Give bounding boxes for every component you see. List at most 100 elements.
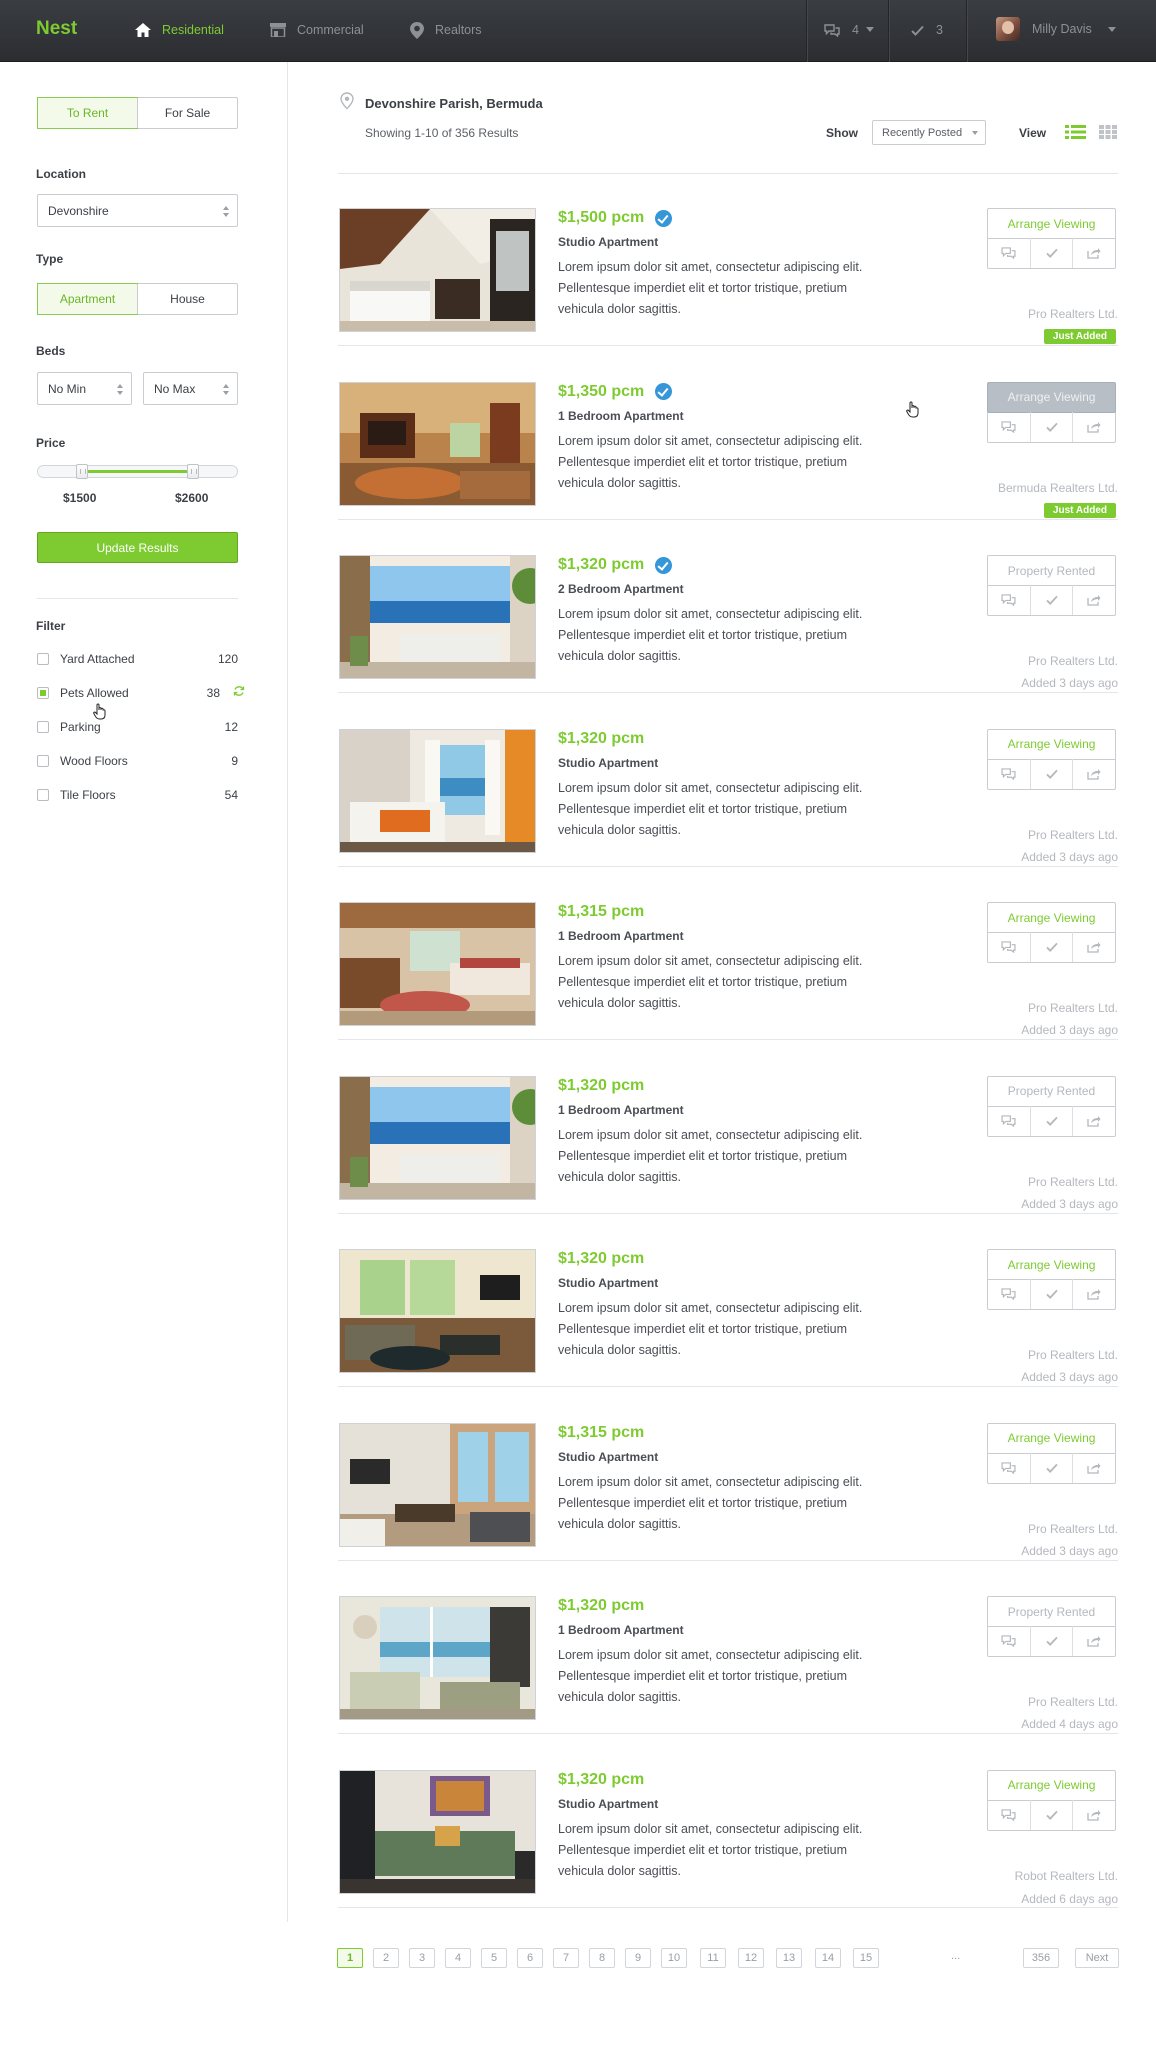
filter-parking[interactable]: Parking 12 xyxy=(37,719,238,735)
property-rented-button[interactable]: Property Rented xyxy=(987,555,1116,586)
listing-price-row[interactable]: $1,500 pcm xyxy=(558,209,673,227)
refresh-icon[interactable] xyxy=(233,685,245,700)
checkmark-icon[interactable] xyxy=(1029,1452,1073,1483)
listing-photo[interactable] xyxy=(339,1769,536,1894)
checkmark-icon[interactable] xyxy=(1029,758,1073,789)
checkmark-icon[interactable] xyxy=(1029,1105,1073,1136)
checkmark-icon[interactable] xyxy=(1029,1279,1073,1309)
grid-view-icon[interactable] xyxy=(1099,125,1117,142)
page-12-button[interactable]: 12 xyxy=(738,1948,764,1968)
page-5-button[interactable]: 5 xyxy=(481,1948,507,1968)
price-range-slider[interactable] xyxy=(37,464,238,479)
tab-for-sale[interactable]: For Sale xyxy=(137,98,237,128)
filter-pets-allowed[interactable]: Pets Allowed 38 xyxy=(37,685,245,701)
page-3-button[interactable]: 3 xyxy=(409,1948,435,1968)
arrange-viewing-button[interactable]: Arrange Viewing xyxy=(987,1769,1116,1801)
realtor-name[interactable]: Pro Realters Ltd. xyxy=(1028,1695,1118,1709)
checkbox[interactable] xyxy=(37,721,49,733)
page-6-button[interactable]: 6 xyxy=(517,1948,543,1968)
listing-photo[interactable] xyxy=(339,555,536,679)
share-icon[interactable] xyxy=(1072,1452,1115,1483)
listing-photo[interactable] xyxy=(339,381,536,506)
nav-realtors[interactable]: Realtors xyxy=(410,20,482,40)
listing-price-row[interactable]: $1,315 pcm xyxy=(558,903,644,921)
listing-price-row[interactable]: $1,320 pcm xyxy=(558,1250,644,1268)
listing-price-row[interactable]: $1,320 pcm xyxy=(558,1077,644,1095)
checkmark-icon[interactable] xyxy=(1029,1626,1073,1656)
listing-price-row[interactable]: $1,350 pcm xyxy=(558,383,673,401)
listing-photo[interactable] xyxy=(339,1249,536,1373)
share-icon[interactable] xyxy=(1072,238,1115,268)
listing-price-row[interactable]: $1,320 pcm xyxy=(558,556,673,574)
page-9-button[interactable]: 9 xyxy=(625,1948,651,1968)
next-page-button[interactable]: Next xyxy=(1075,1948,1119,1968)
message-icon[interactable] xyxy=(988,585,1030,615)
messages-counter[interactable]: 4 xyxy=(824,20,859,40)
logo[interactable]: Nest xyxy=(36,18,77,40)
realtor-name[interactable]: Pro Realters Ltd. xyxy=(1028,1348,1118,1362)
listing-photo[interactable] xyxy=(339,1596,536,1720)
checkmark-icon[interactable] xyxy=(1029,238,1073,268)
message-icon[interactable] xyxy=(988,1800,1030,1830)
nav-commercial[interactable]: Commercial xyxy=(270,20,364,40)
list-view-icon[interactable] xyxy=(1065,125,1086,142)
chevron-down-icon[interactable] xyxy=(866,27,874,32)
checkmark-icon[interactable] xyxy=(1029,932,1073,962)
listing-photo[interactable] xyxy=(339,1075,536,1200)
share-icon[interactable] xyxy=(1072,411,1115,442)
message-icon[interactable] xyxy=(988,238,1030,268)
share-icon[interactable] xyxy=(1072,758,1115,789)
chevron-down-icon[interactable] xyxy=(1108,27,1116,32)
filter-yard-attached[interactable]: Yard Attached 120 xyxy=(37,651,238,667)
arrange-viewing-button[interactable]: Arrange Viewing xyxy=(987,728,1116,760)
checkmark-icon[interactable] xyxy=(1029,585,1073,615)
page-2-button[interactable]: 2 xyxy=(373,1948,399,1968)
page-10-button[interactable]: 10 xyxy=(661,1948,687,1968)
listing-photo[interactable] xyxy=(339,208,536,332)
listing-photo[interactable] xyxy=(339,902,536,1026)
message-icon[interactable] xyxy=(988,412,1030,442)
message-icon[interactable] xyxy=(988,1106,1030,1136)
arrange-viewing-button[interactable]: Arrange Viewing xyxy=(987,1249,1116,1280)
tab-to-rent[interactable]: To Rent xyxy=(37,97,138,129)
arrange-viewing-button[interactable]: Arrange Viewing xyxy=(987,381,1116,413)
listing-price-row[interactable]: $1,315 pcm xyxy=(558,1424,644,1442)
share-icon[interactable] xyxy=(1072,1279,1115,1309)
page-1-button[interactable]: 1 xyxy=(337,1948,363,1968)
last-page-button[interactable]: 356 xyxy=(1023,1948,1059,1968)
price-max-handle[interactable] xyxy=(187,464,200,479)
location-select[interactable]: Devonshire xyxy=(37,194,238,227)
message-icon[interactable] xyxy=(988,1279,1030,1309)
avatar[interactable] xyxy=(996,17,1020,41)
page-7-button[interactable]: 7 xyxy=(553,1948,579,1968)
user-name[interactable]: Milly Davis xyxy=(1032,22,1092,36)
nav-residential[interactable]: Residential xyxy=(135,20,224,40)
page-4-button[interactable]: 4 xyxy=(445,1948,471,1968)
tab-house[interactable]: House xyxy=(137,284,237,314)
beds-min-select[interactable]: No Min xyxy=(37,372,132,405)
message-icon[interactable] xyxy=(988,932,1030,962)
tab-apartment[interactable]: Apartment xyxy=(37,283,138,315)
page-15-button[interactable]: 15 xyxy=(853,1948,879,1968)
realtor-name[interactable]: Pro Realters Ltd. xyxy=(1028,1175,1118,1189)
realtor-name[interactable]: Pro Realters Ltd. xyxy=(1028,1522,1118,1536)
listing-photo[interactable] xyxy=(339,728,536,853)
share-icon[interactable] xyxy=(1072,932,1115,962)
checkbox[interactable] xyxy=(37,687,49,699)
realtor-name[interactable]: Pro Realters Ltd. xyxy=(1028,654,1118,668)
sort-select[interactable]: Recently Posted xyxy=(872,120,986,145)
property-rented-button[interactable]: Property Rented xyxy=(987,1596,1116,1627)
message-icon[interactable] xyxy=(988,759,1030,789)
realtor-name[interactable]: Pro Realters Ltd. xyxy=(1028,1001,1118,1015)
realtor-name[interactable]: Pro Realters Ltd. xyxy=(1028,307,1118,321)
filter-wood-floors[interactable]: Wood Floors 9 xyxy=(37,753,238,769)
price-min-handle[interactable] xyxy=(75,464,88,479)
realtor-name[interactable]: Bermuda Realters Ltd. xyxy=(998,481,1118,495)
checkbox[interactable] xyxy=(37,653,49,665)
page-11-button[interactable]: 11 xyxy=(700,1948,726,1968)
checkbox[interactable] xyxy=(37,789,49,801)
page-14-button[interactable]: 14 xyxy=(815,1948,841,1968)
listing-photo[interactable] xyxy=(339,1422,536,1547)
page-13-button[interactable]: 13 xyxy=(776,1948,802,1968)
beds-max-select[interactable]: No Max xyxy=(143,372,238,405)
